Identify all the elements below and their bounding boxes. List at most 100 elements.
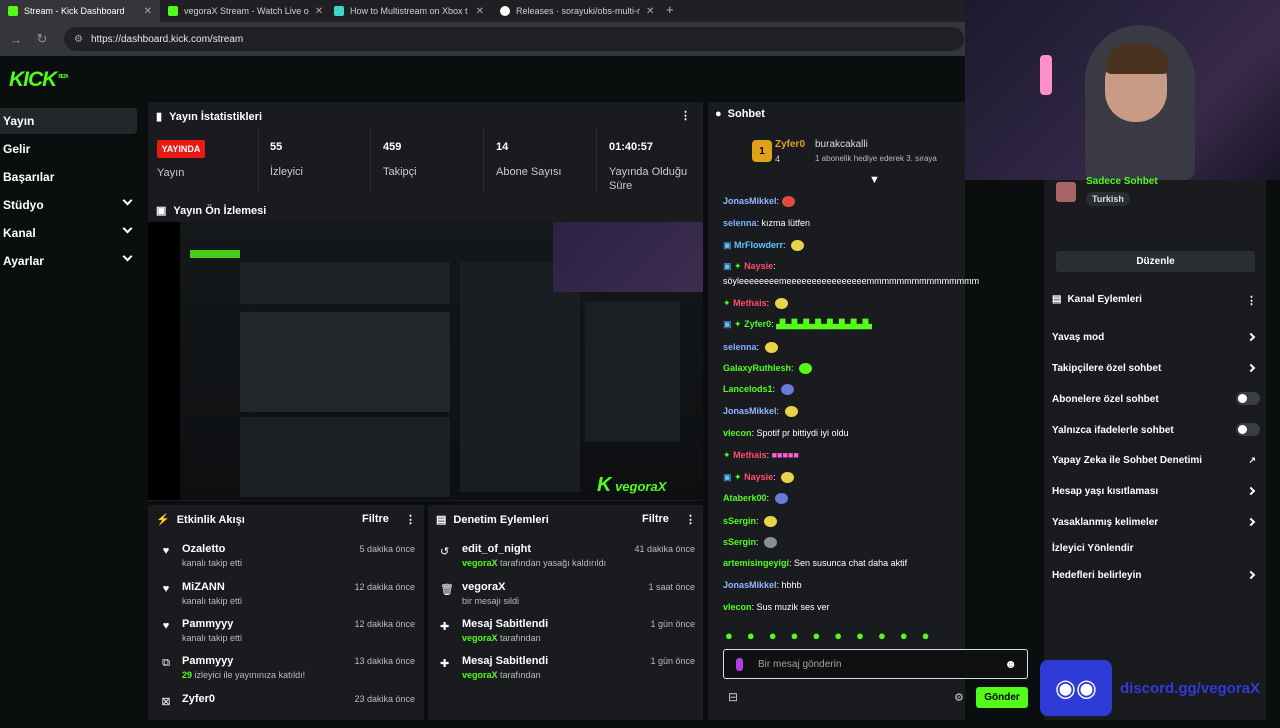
chevron-down-icon xyxy=(122,251,133,262)
stream-preview-video[interactable]: K vegoraX xyxy=(148,222,703,500)
browser-tab-1[interactable]: vegoraX Stream - Watch Live o ✕ xyxy=(160,0,326,22)
kick-favicon-icon xyxy=(8,6,18,16)
chat-username[interactable]: selenna xyxy=(723,218,757,228)
sidebar-item-kanal[interactable]: Kanal xyxy=(0,220,137,246)
chat-text: hbhb xyxy=(781,580,802,590)
chat-username[interactable]: selenna xyxy=(723,342,757,352)
action-set-goals[interactable]: Hedefleri belirleyin xyxy=(1052,570,1262,581)
chat-username[interactable]: vlecon xyxy=(723,602,752,612)
close-icon[interactable]: ✕ xyxy=(476,6,484,17)
row-sub: vegoraX tarafından xyxy=(462,633,541,643)
action-banned-words[interactable]: Yasaklanmış kelimeler xyxy=(1052,517,1262,528)
action-followers-only[interactable]: Takipçilere özel sohbet xyxy=(1052,363,1262,374)
row-name[interactable]: Zyfer0 xyxy=(182,693,215,705)
pin-icon: ✚ xyxy=(440,621,450,633)
chat-username[interactable]: JonasMikkel xyxy=(723,406,777,416)
chat-username[interactable]: vlecon xyxy=(723,428,752,438)
action-host-viewer[interactable]: İzleyici Yönlendir xyxy=(1052,543,1262,554)
back-icon[interactable]: → xyxy=(6,32,26,47)
emoji-icon[interactable]: ☻ xyxy=(1004,657,1017,671)
chat-input-placeholder: Bir mesaj gönderin xyxy=(758,658,842,670)
preview-watermark: K vegoraX xyxy=(597,474,666,497)
chat-username[interactable]: JonasMikkel xyxy=(723,580,777,590)
row-name[interactable]: Pammyyy xyxy=(182,655,233,667)
recipient-name[interactable]: burakcakalli xyxy=(815,139,868,150)
chat-username[interactable]: Naysie xyxy=(744,261,773,271)
send-button[interactable]: Gönder xyxy=(976,687,1028,708)
chat-username[interactable]: sSergin xyxy=(723,516,756,526)
actor-name: vegoraX xyxy=(462,558,498,568)
chat-username[interactable]: JonasMikkel xyxy=(723,196,777,206)
close-icon[interactable]: ✕ xyxy=(315,6,323,17)
live-badge: YAYINDA xyxy=(157,140,205,158)
close-icon[interactable]: ✕ xyxy=(144,6,152,17)
url-field[interactable]: ⚙ https://dashboard.kick.com/stream xyxy=(64,27,964,51)
row-name[interactable]: Mesaj Sabitlendi xyxy=(462,618,548,630)
chat-username[interactable]: artemisingeyigi xyxy=(723,558,789,568)
github-favicon-icon xyxy=(500,6,510,16)
action-ai-moderation[interactable]: Yapay Zeka ile Sohbet Denetimi ↗ xyxy=(1052,455,1262,466)
close-icon[interactable]: ✕ xyxy=(646,6,654,17)
browser-tab-0[interactable]: Stream - Kick Dashboard ✕ xyxy=(0,0,160,22)
chat-username[interactable]: Lancelods1 xyxy=(723,384,773,394)
chat-username[interactable]: Zyfer0 xyxy=(744,319,771,329)
row-name[interactable]: Pammyyy xyxy=(182,618,233,630)
gifter-name[interactable]: Zyfer0 xyxy=(775,139,805,150)
row-name[interactable]: vegoraX xyxy=(462,581,505,593)
gift-icon[interactable]: ⊟ xyxy=(728,690,738,704)
chat-username[interactable]: sSergin xyxy=(723,537,756,547)
panel-header: ▮ Yayın İstatistikleri xyxy=(156,110,262,124)
sidebar-item-yayin[interactable]: Yayın xyxy=(0,108,137,134)
site-info-icon[interactable]: ⚙ xyxy=(74,34,83,45)
chat-username[interactable]: Methais xyxy=(733,298,767,308)
more-options-icon[interactable]: ⋮ xyxy=(1246,294,1257,307)
preview-webcam xyxy=(553,222,703,292)
more-options-icon[interactable]: ⋮ xyxy=(685,513,696,526)
more-options-icon[interactable]: ⋮ xyxy=(405,513,416,526)
sidebar-item-basarilar[interactable]: Başarılar xyxy=(0,164,137,190)
emote-only-toggle[interactable] xyxy=(1236,423,1260,436)
sidebar-item-gelir[interactable]: Gelir xyxy=(0,136,137,162)
chat-message: Lancelods1: xyxy=(723,384,794,396)
chart-icon: ▮ xyxy=(156,111,163,123)
chat-username[interactable]: MrFlowderr xyxy=(734,240,783,250)
row-name[interactable]: Mesaj Sabitlendi xyxy=(462,655,548,667)
row-name[interactable]: MiZANN xyxy=(182,581,225,593)
activity-row: ⊠ Zyfer0 23 dakika önce xyxy=(160,692,415,728)
more-options-icon[interactable]: ⋮ xyxy=(680,109,691,122)
sidebar-item-studyo[interactable]: Stüdyo xyxy=(0,192,137,218)
kick-logo[interactable]: KICK BETA xyxy=(9,68,69,92)
chat-input[interactable]: Bir mesaj gönderin ☻ xyxy=(723,649,1028,679)
filter-button[interactable]: Filtre xyxy=(642,513,669,525)
emote-quickbar[interactable]: ●●●●●●●●●● xyxy=(725,628,944,643)
chevron-down-icon xyxy=(122,223,133,234)
row-sub: vegoraX tarafından xyxy=(462,670,541,680)
browser-tab-2[interactable]: How to Multistream on Xbox t ✕ xyxy=(326,0,492,22)
chat-username[interactable]: GalaxyRuthlesh xyxy=(723,363,791,373)
gifter-count: 4 xyxy=(775,154,781,164)
settings-gear-icon[interactable]: ⚙ xyxy=(954,691,964,704)
row-name[interactable]: Ozaletto xyxy=(182,543,225,555)
preview-inner xyxy=(240,312,450,412)
edit-button[interactable]: Düzenle xyxy=(1056,251,1255,272)
chat-mode-label: Sadece Sohbet xyxy=(1086,176,1158,187)
action-slow-mode[interactable]: Yavaş mod xyxy=(1052,332,1262,343)
stat-value: 01:40:57 xyxy=(609,141,654,153)
reload-icon[interactable]: ↻ xyxy=(32,31,52,47)
browser-tab-strip: Stream - Kick Dashboard ✕ vegoraX Stream… xyxy=(0,0,965,22)
chat-username[interactable]: Methais xyxy=(733,450,767,460)
raid-count: 29 xyxy=(182,670,193,680)
chat-username[interactable]: Ataberk00 xyxy=(723,493,767,503)
row-name[interactable]: edit_of_night xyxy=(462,543,531,555)
action-text: tarafından xyxy=(500,633,541,643)
pin-icon: ✚ xyxy=(440,658,450,670)
sidebar-item-ayarlar[interactable]: Ayarlar xyxy=(0,248,137,274)
browser-tab-3[interactable]: Releases · sorayuki/obs-multi-r ✕ xyxy=(492,0,658,22)
chat-username[interactable]: Naysie xyxy=(744,472,773,482)
subscribers-only-toggle[interactable] xyxy=(1236,392,1260,405)
action-account-age[interactable]: Hesap yaşı kısıtlaması xyxy=(1052,486,1262,497)
scroll-down-icon[interactable]: ▼ xyxy=(869,174,880,186)
new-tab-icon[interactable]: + xyxy=(666,2,674,17)
filter-button[interactable]: Filtre xyxy=(362,513,389,525)
moderation-row: ✚ Mesaj Sabitlendi vegoraX tarafından 1 … xyxy=(440,617,695,653)
